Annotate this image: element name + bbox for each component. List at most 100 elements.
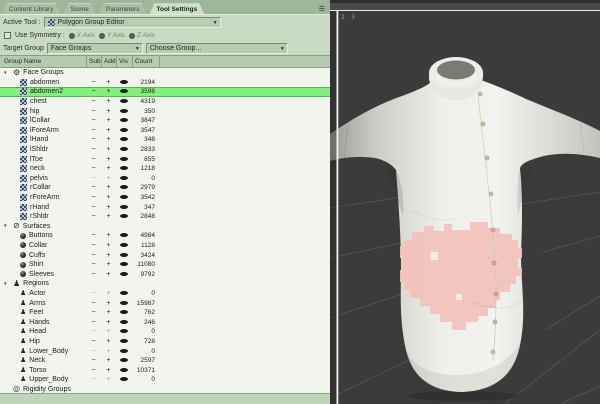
add-button[interactable]: + [101, 87, 116, 96]
add-button[interactable]: + [101, 203, 116, 212]
add-button[interactable]: + [101, 212, 116, 221]
tree-row-Actor[interactable]: ♟ Actor − +0 [0, 289, 330, 299]
subtract-button[interactable]: − [86, 116, 101, 125]
visibility-toggle[interactable] [116, 375, 132, 384]
visibility-toggle[interactable] [116, 299, 132, 308]
add-button[interactable]: + [101, 347, 116, 356]
visibility-toggle[interactable] [116, 145, 132, 154]
visibility-toggle[interactable] [116, 212, 132, 221]
use-symmetry-checkbox[interactable] [4, 32, 11, 39]
subtract-button[interactable]: − [86, 155, 101, 164]
subtract-button[interactable]: − [86, 251, 101, 260]
add-button[interactable]: + [101, 318, 116, 327]
visibility-toggle[interactable] [116, 126, 132, 135]
subtract-button[interactable]: − [86, 97, 101, 106]
choose-group-dropdown[interactable]: Choose Group... ▼ [145, 43, 288, 54]
tree-row-hip[interactable]: hip − +350 [0, 106, 330, 116]
tab-tool-settings[interactable]: Tool Settings [150, 3, 205, 14]
add-button[interactable]: + [101, 97, 116, 106]
visibility-toggle[interactable] [116, 270, 132, 279]
add-button[interactable]: + [101, 299, 116, 308]
tree-row-Shirt[interactable]: Shirt − +11080 [0, 260, 330, 270]
subtract-button[interactable]: − [86, 337, 101, 346]
subtract-button[interactable]: − [86, 260, 101, 269]
expand-arrow-icon[interactable]: ▾ [4, 70, 10, 76]
tree-root-regions[interactable]: ▾ ♟ Regions [0, 279, 330, 289]
tab-scene[interactable]: Scene [63, 3, 95, 14]
visibility-toggle[interactable] [116, 366, 132, 375]
visibility-toggle[interactable] [116, 337, 132, 346]
tree-row-pelvis[interactable]: pelvis − +0 [0, 174, 330, 184]
tree-row-Feet[interactable]: ♟ Feet − +762 [0, 308, 330, 318]
subtract-button[interactable]: − [86, 183, 101, 192]
visibility-toggle[interactable] [116, 164, 132, 173]
add-button[interactable]: + [101, 289, 116, 298]
add-button[interactable]: + [101, 155, 116, 164]
tree-row-Hands[interactable]: ♟ Hands − +246 [0, 317, 330, 327]
tree-row-Collar[interactable]: Collar − +1128 [0, 241, 330, 251]
visibility-toggle[interactable] [116, 231, 132, 240]
tree-row-abdomen[interactable]: abdomen − +2194 [0, 78, 330, 88]
panel-menu-icon[interactable]: ☰ [317, 5, 327, 14]
visibility-toggle[interactable] [116, 356, 132, 365]
add-button[interactable]: + [101, 78, 116, 87]
subtract-button[interactable]: − [86, 289, 101, 298]
add-button[interactable]: + [101, 270, 116, 279]
subtract-button[interactable]: − [86, 356, 101, 365]
add-button[interactable]: + [101, 126, 116, 135]
visibility-toggle[interactable] [116, 347, 132, 356]
expand-arrow-icon[interactable]: ▾ [4, 223, 10, 229]
tree-row-Upper_Body[interactable]: ♟ Upper_Body − +0 [0, 375, 330, 385]
add-button[interactable]: + [101, 231, 116, 240]
tree-row-rShldr[interactable]: rShldr − +2848 [0, 212, 330, 222]
add-button[interactable]: + [101, 174, 116, 183]
tree-root-rigidity-groups[interactable]: ◎ Rigidity Groups [0, 385, 330, 393]
subtract-button[interactable]: − [86, 78, 101, 87]
subtract-button[interactable]: − [86, 126, 101, 135]
subtract-button[interactable]: − [86, 327, 101, 336]
subtract-button[interactable]: − [86, 203, 101, 212]
visibility-toggle[interactable] [116, 87, 132, 96]
y-axis-radio[interactable]: Y Axis [98, 32, 125, 39]
tree-row-lForeArm[interactable]: lForeArm − +3547 [0, 126, 330, 136]
active-tool-dropdown[interactable]: Polygon Group Editor ▼ [43, 16, 221, 28]
tree-row-lShldr[interactable]: lShldr − +2833 [0, 145, 330, 155]
subtract-button[interactable]: − [86, 308, 101, 317]
target-group-dropdown[interactable]: Face Groups ▼ [46, 43, 143, 54]
visibility-toggle[interactable] [116, 135, 132, 144]
tree-row-lHand[interactable]: lHand − +348 [0, 135, 330, 145]
tree-root-face-groups[interactable]: ▾ ⚙ Face Groups [0, 68, 330, 78]
subtract-button[interactable]: − [86, 299, 101, 308]
visibility-toggle[interactable] [116, 203, 132, 212]
visibility-toggle[interactable] [116, 155, 132, 164]
add-button[interactable]: + [101, 260, 116, 269]
tab-content-library[interactable]: Content Library [2, 3, 60, 14]
tree-row-Neck[interactable]: ♟ Neck − +2597 [0, 356, 330, 366]
tree-row-Torso[interactable]: ♟ Torso − +10371 [0, 365, 330, 375]
visibility-toggle[interactable] [116, 327, 132, 336]
expand-arrow-icon[interactable]: ▾ [4, 281, 10, 287]
subtract-button[interactable]: − [86, 347, 101, 356]
add-button[interactable]: + [101, 135, 116, 144]
viewport-3d[interactable]: 2 3 [330, 0, 600, 404]
tree-row-Hip[interactable]: ♟ Hip − +728 [0, 337, 330, 347]
add-button[interactable]: + [101, 183, 116, 192]
tree-row-Head[interactable]: ♟ Head − +0 [0, 327, 330, 337]
add-button[interactable]: + [101, 356, 116, 365]
visibility-toggle[interactable] [116, 97, 132, 106]
visibility-toggle[interactable] [116, 260, 132, 269]
tree-root-surfaces[interactable]: ▾ ⊘ Surfaces [0, 222, 330, 232]
tree-row-Lower_Body[interactable]: ♟ Lower_Body − +0 [0, 346, 330, 356]
visibility-toggle[interactable] [116, 251, 132, 260]
add-button[interactable]: + [101, 193, 116, 202]
subtract-button[interactable]: − [86, 241, 101, 250]
visibility-toggle[interactable] [116, 107, 132, 116]
add-button[interactable]: + [101, 327, 116, 336]
subtract-button[interactable]: − [86, 107, 101, 116]
z-axis-radio[interactable]: Z Axis [129, 32, 155, 39]
visibility-toggle[interactable] [116, 308, 132, 317]
tree-row-chest[interactable]: chest − +4319 [0, 97, 330, 107]
visibility-toggle[interactable] [116, 116, 132, 125]
tree-row-rHand[interactable]: rHand − +347 [0, 202, 330, 212]
tree-row-neck[interactable]: neck − +1218 [0, 164, 330, 174]
